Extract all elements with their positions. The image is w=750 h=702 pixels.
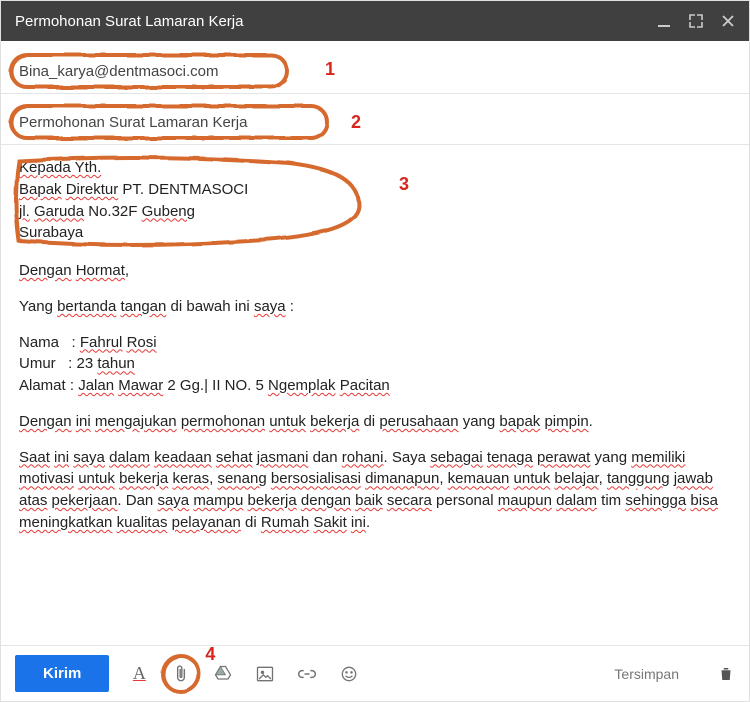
discard-draft-icon[interactable] [717,665,735,683]
compose-window: Permohonan Surat Lamaran Kerja 1 2 Kepad… [0,0,750,702]
to-input[interactable] [19,63,731,80]
paragraph-1: Dengan ini mengajukan permohonan untuk b… [19,411,731,433]
minimize-icon[interactable] [657,14,671,28]
window-title: Permohonan Surat Lamaran Kerja [15,13,657,30]
greeting: Dengan Hormat, [19,260,731,282]
to-field-row: 1 [1,41,749,94]
intro-line: Yang bertanda tangan di bawah ini saya : [19,296,731,318]
insert-link-icon[interactable] [297,664,317,684]
formatting-icon[interactable]: A [129,664,149,684]
titlebar: Permohonan Surat Lamaran Kerja [1,1,749,41]
drive-icon[interactable] [213,664,233,684]
subject-field-row: 2 [1,94,749,145]
annotation-number-3: 3 [399,171,409,197]
insert-photo-icon[interactable] [255,664,275,684]
send-button[interactable]: Kirim [15,655,109,692]
paragraph-2: Saat ini saya dalam keadaan sehat jasman… [19,447,731,534]
compose-toolbar: Kirim A 4 Tersimpan [1,645,749,701]
attach-file-icon[interactable] [171,664,191,684]
subject-input[interactable] [19,114,731,131]
message-body[interactable]: Kepada Yth. Bapak Direktur PT. DENTMASOC… [1,145,749,645]
saved-status: Tersimpan [614,666,679,682]
annotation-number-4: 4 [205,644,215,665]
recipient-address-block: Kepada Yth. Bapak Direktur PT. DENTMASOC… [19,157,248,244]
personal-details: Nama : Fahrul Rosi Umur : 23 tahun Alama… [19,332,731,397]
emoji-icon[interactable] [339,664,359,684]
formatting-toolbar: A 4 [129,664,359,684]
close-icon[interactable] [721,14,735,28]
fullscreen-icon[interactable] [689,14,703,28]
window-controls [657,14,735,28]
body-text: Kepada Yth. Bapak Direktur PT. DENTMASOC… [19,157,731,534]
